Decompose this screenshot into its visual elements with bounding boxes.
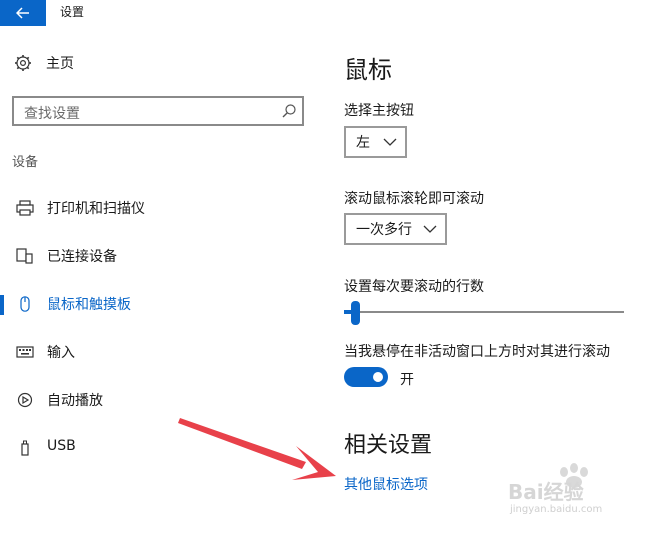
watermark-url: jingyan.baidu.com xyxy=(510,504,603,515)
chevron-down-icon xyxy=(383,138,397,146)
sidebar-item-printers[interactable]: 打印机和扫描仪 xyxy=(0,188,320,228)
gear-icon xyxy=(15,55,31,71)
sidebar-item-mouse-touchpad[interactable]: 鼠标和触摸板 xyxy=(0,284,320,324)
sidebar-item-label: 自动播放 xyxy=(47,393,103,409)
watermark: Bai经验 jingyan.baidu.com xyxy=(506,462,656,522)
active-indicator xyxy=(0,295,4,315)
sidebar-item-autoplay[interactable]: 自动播放 xyxy=(0,380,320,420)
search-input[interactable]: 查找设置 xyxy=(12,96,304,126)
chevron-down-icon xyxy=(423,225,437,233)
mouse-icon xyxy=(20,296,30,312)
primary-button-value: 左 xyxy=(356,135,370,151)
page-title: 鼠标 xyxy=(344,56,392,84)
sidebar-home[interactable]: 主页 xyxy=(14,53,74,73)
inactive-scroll-toggle[interactable] xyxy=(344,367,388,387)
sidebar-item-label: 输入 xyxy=(47,345,75,361)
sidebar-item-label: 鼠标和触摸板 xyxy=(47,297,131,313)
home-label: 主页 xyxy=(46,56,74,72)
sidebar-item-usb[interactable]: USB xyxy=(0,428,320,468)
toggle-knob xyxy=(373,372,383,382)
section-label-devices: 设备 xyxy=(12,155,39,170)
primary-button-select[interactable]: 左 xyxy=(344,126,407,158)
watermark-brand: Bai经验 xyxy=(508,480,584,504)
toggle-state-label: 开 xyxy=(400,372,414,388)
keyboard-icon xyxy=(16,346,34,358)
sidebar-item-label: 已连接设备 xyxy=(47,249,117,265)
title-bar: 设置 xyxy=(0,0,664,26)
search-placeholder: 查找设置 xyxy=(24,106,80,122)
sidebar-item-typing[interactable]: 输入 xyxy=(0,332,320,372)
related-settings-title: 相关设置 xyxy=(344,433,433,458)
lines-to-scroll-label: 设置每次要滚动的行数 xyxy=(344,279,484,295)
other-mouse-options-link[interactable]: 其他鼠标选项 xyxy=(344,474,428,494)
scroll-mode-value: 一次多行 xyxy=(356,222,412,238)
scroll-mode-select[interactable]: 一次多行 xyxy=(344,213,447,245)
search-icon xyxy=(282,104,296,118)
lines-slider-track[interactable] xyxy=(344,311,624,313)
sidebar-item-label: 打印机和扫描仪 xyxy=(47,201,145,217)
back-button[interactable] xyxy=(0,0,46,26)
devices-icon xyxy=(16,248,33,264)
scroll-mode-label: 滚动鼠标滚轮即可滚动 xyxy=(344,191,484,207)
usb-icon xyxy=(21,440,29,456)
window-title: 设置 xyxy=(60,5,85,19)
sidebar-item-label: USB xyxy=(47,438,76,454)
inactive-scroll-label: 当我悬停在非活动窗口上方时对其进行滚动 xyxy=(344,344,610,360)
sidebar-item-connected-devices[interactable]: 已连接设备 xyxy=(0,236,320,276)
back-arrow-icon xyxy=(16,7,29,19)
autoplay-icon xyxy=(17,392,33,408)
lines-slider-thumb[interactable] xyxy=(351,301,361,325)
primary-button-label: 选择主按钮 xyxy=(344,103,414,119)
printer-icon xyxy=(16,200,34,216)
